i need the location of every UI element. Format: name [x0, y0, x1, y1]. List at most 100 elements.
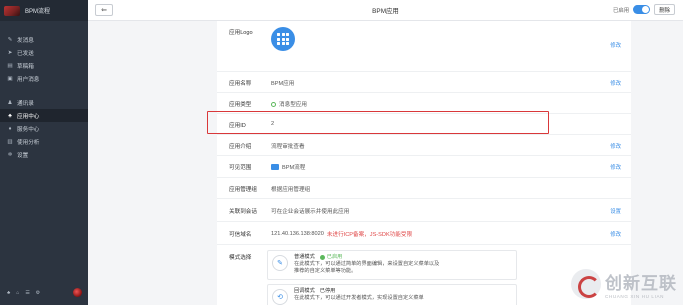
row-label: 应用管理组: [229, 187, 257, 193]
sidebar-item-label: 使用分析: [17, 139, 40, 146]
sidebar-item-label: 应用中心: [17, 113, 40, 120]
topbar-actions: 已启用 删除: [613, 4, 675, 15]
row-label: 应用介绍: [229, 144, 252, 150]
app-detail-panel: 应用Logo 修改 应用名称 BPM应用 修改 应用类型 消息型应用 应用ID …: [217, 21, 631, 305]
sidebar-item-user-messages[interactable]: ▣ 用户消息: [0, 72, 88, 85]
watermark: 创新互联 CHUANG XIN HU LIAN: [571, 269, 677, 299]
sidebar: BPM流程 ✎ 发消息 ➤ 已发送 ▤ 草稿箱 ▣ 用户消息 ♟ 通讯录 ♣ 应…: [0, 0, 88, 305]
row-label: 模式选择: [229, 255, 252, 261]
check-icon: [319, 255, 325, 260]
watermark-cn: 创新互联: [605, 274, 677, 294]
edit-logo-link[interactable]: 修改: [610, 41, 621, 49]
menu-icon[interactable]: ☰: [25, 290, 29, 296]
edit-domain-link[interactable]: 修改: [610, 230, 621, 238]
main-area: 应用Logo 修改 应用名称 BPM应用 修改 应用类型 消息型应用 应用ID …: [88, 21, 683, 305]
pencil-icon: ✎: [7, 36, 13, 43]
normal-mode-body: 普通模式 已启用 在此模式下，可以通过简单的界面编辑，来设置自定义菜单以及 推荐…: [294, 254, 512, 275]
analytics-icon: ▥: [7, 138, 13, 145]
app-logo: [4, 5, 20, 16]
row-label: 可信域名: [229, 232, 252, 238]
app-title: BPM流程: [25, 9, 51, 15]
row-app-name: 应用名称 BPM应用 修改: [217, 72, 631, 93]
club-icon[interactable]: ♣: [7, 290, 10, 296]
sidebar-item-app-center[interactable]: ♣ 应用中心: [0, 109, 88, 122]
scope-text: BPM流程: [282, 165, 306, 171]
avatar[interactable]: [73, 288, 82, 297]
sidebar-group-manage: ♟ 通讯录 ♣ 应用中心 ♦ 服务中心 ▥ 使用分析 ✲ 设置: [0, 96, 88, 161]
callback-mode-body: 回调模式 已停用 在此模式下，可以通过开发者模式，实现设置自定义菜单: [294, 288, 512, 302]
callback-mode-icon: ⟲: [272, 289, 288, 305]
admin-group-value: 根据应用管理组: [271, 187, 311, 193]
sidebar-item-service-center[interactable]: ♦ 服务中心: [0, 122, 88, 135]
sidebar-header: BPM流程: [0, 0, 88, 21]
mode-title: 普通模式: [294, 254, 315, 260]
app-type-value: 消息型应用: [271, 100, 307, 108]
edit-scope-link[interactable]: 修改: [610, 163, 621, 171]
mode-title: 回调模式: [294, 288, 315, 294]
apps-icon: ♣: [8, 112, 12, 119]
enabled-status-label: 已启用: [613, 7, 630, 14]
mode-status: 已启用: [326, 254, 343, 260]
callback-mode-card[interactable]: ⟲ 回调模式 已停用 在此模式下，可以通过开发者模式，实现设置自定义菜单: [267, 284, 517, 305]
row-app-intro: 应用介绍 流程审批查看 修改: [217, 135, 631, 156]
sidebar-item-contacts[interactable]: ♟ 通讯录: [0, 96, 88, 109]
sidebar-item-analytics[interactable]: ▥ 使用分析: [0, 135, 88, 148]
sidebar-group-messages: ✎ 发消息 ➤ 已发送 ▤ 草稿箱 ▣ 用户消息: [0, 21, 88, 85]
row-session-link: 关联到会话 可在企业会话展示并使用此应用 设置: [217, 199, 631, 222]
mode-desc-line: 在此模式下，可以通过简单的界面编辑，来设置自定义菜单以及: [294, 261, 440, 267]
sidebar-item-label: 服务中心: [17, 126, 40, 133]
edit-mode-icon: ✎: [272, 255, 288, 271]
service-icon: ♦: [8, 125, 12, 132]
settings-icon: ✲: [7, 151, 13, 158]
row-trusted-domain: 可信域名 121.40.136.138:8020 未进行ICP备案，JS-SDK…: [217, 222, 631, 245]
watermark-logo: [571, 269, 601, 299]
visible-scope-value: BPM流程: [271, 163, 305, 171]
folder-icon: [271, 164, 279, 170]
delete-button[interactable]: 删除: [654, 4, 675, 15]
sidebar-item-sent[interactable]: ➤ 已发送: [0, 46, 88, 59]
row-app-logo: 应用Logo 修改: [217, 21, 631, 72]
sidebar-item-label: 发消息: [17, 37, 34, 44]
app-name-value: BPM应用: [271, 81, 295, 87]
domain-text: 121.40.136.138:8020: [271, 231, 324, 237]
row-label: 应用Logo: [229, 30, 253, 36]
sidebar-footer: ♣ ⌂ ☰ ⚙: [7, 288, 82, 297]
user-message-icon: ▣: [7, 75, 13, 82]
row-label: 可见范围: [229, 165, 252, 171]
sidebar-item-label: 用户消息: [17, 76, 40, 83]
session-settings-link[interactable]: 设置: [610, 207, 621, 215]
row-admin-group: 应用管理组 根据应用管理组: [217, 178, 631, 199]
sidebar-item-compose[interactable]: ✎ 发消息: [0, 33, 88, 46]
sidebar-item-label: 设置: [17, 152, 29, 159]
app-logo-preview: [271, 27, 295, 51]
app-type-text: 消息型应用: [279, 102, 307, 108]
home-icon[interactable]: ⌂: [16, 290, 19, 296]
sidebar-item-label: 草稿箱: [17, 63, 34, 70]
sidebar-item-label: 通讯录: [17, 100, 34, 107]
row-visible-scope: 可见范围 BPM流程 修改: [217, 156, 631, 178]
mode-status: 已停用: [319, 288, 336, 294]
enabled-toggle[interactable]: [633, 5, 651, 14]
normal-mode-card[interactable]: ✎ 普通模式 已启用 在此模式下，可以通过简单的界面编辑，来设置自定义菜单以及 …: [267, 250, 517, 280]
icp-warning: 未进行ICP备案，JS-SDK功能受限: [326, 232, 413, 238]
row-mode-select: 模式选择 ✎ 普通模式 已启用 在此模式下，可以通过简单的界面编辑，来设置自定义…: [217, 245, 631, 305]
app-grid-icon: [271, 27, 295, 51]
gear-icon[interactable]: ⚙: [36, 290, 40, 296]
send-icon: ➤: [7, 49, 13, 56]
page-title: BPM应用: [372, 8, 399, 15]
contacts-icon: ♟: [7, 99, 13, 106]
watermark-en: CHUANG XIN HU LIAN: [605, 294, 665, 299]
draft-icon: ▤: [7, 62, 13, 69]
sidebar-item-settings[interactable]: ✲ 设置: [0, 148, 88, 161]
edit-name-link[interactable]: 修改: [610, 79, 621, 87]
row-label: 应用名称: [229, 81, 252, 87]
row-label: 关联到会话: [229, 209, 257, 215]
status-dot-icon: [271, 101, 276, 107]
trusted-domain-value: 121.40.136.138:8020 未进行ICP备案，JS-SDK功能受限: [271, 230, 412, 238]
topbar: ⇐ BPM应用 已启用 删除: [88, 0, 683, 21]
mode-desc-line: 在此模式下，可以通过开发者模式，实现设置自定义菜单: [294, 295, 424, 301]
edit-intro-link[interactable]: 修改: [610, 142, 621, 150]
session-value: 可在企业会话展示并使用此应用: [271, 209, 350, 215]
app-id-highlight-box: [207, 111, 549, 134]
sidebar-item-drafts[interactable]: ▤ 草稿箱: [0, 59, 88, 72]
